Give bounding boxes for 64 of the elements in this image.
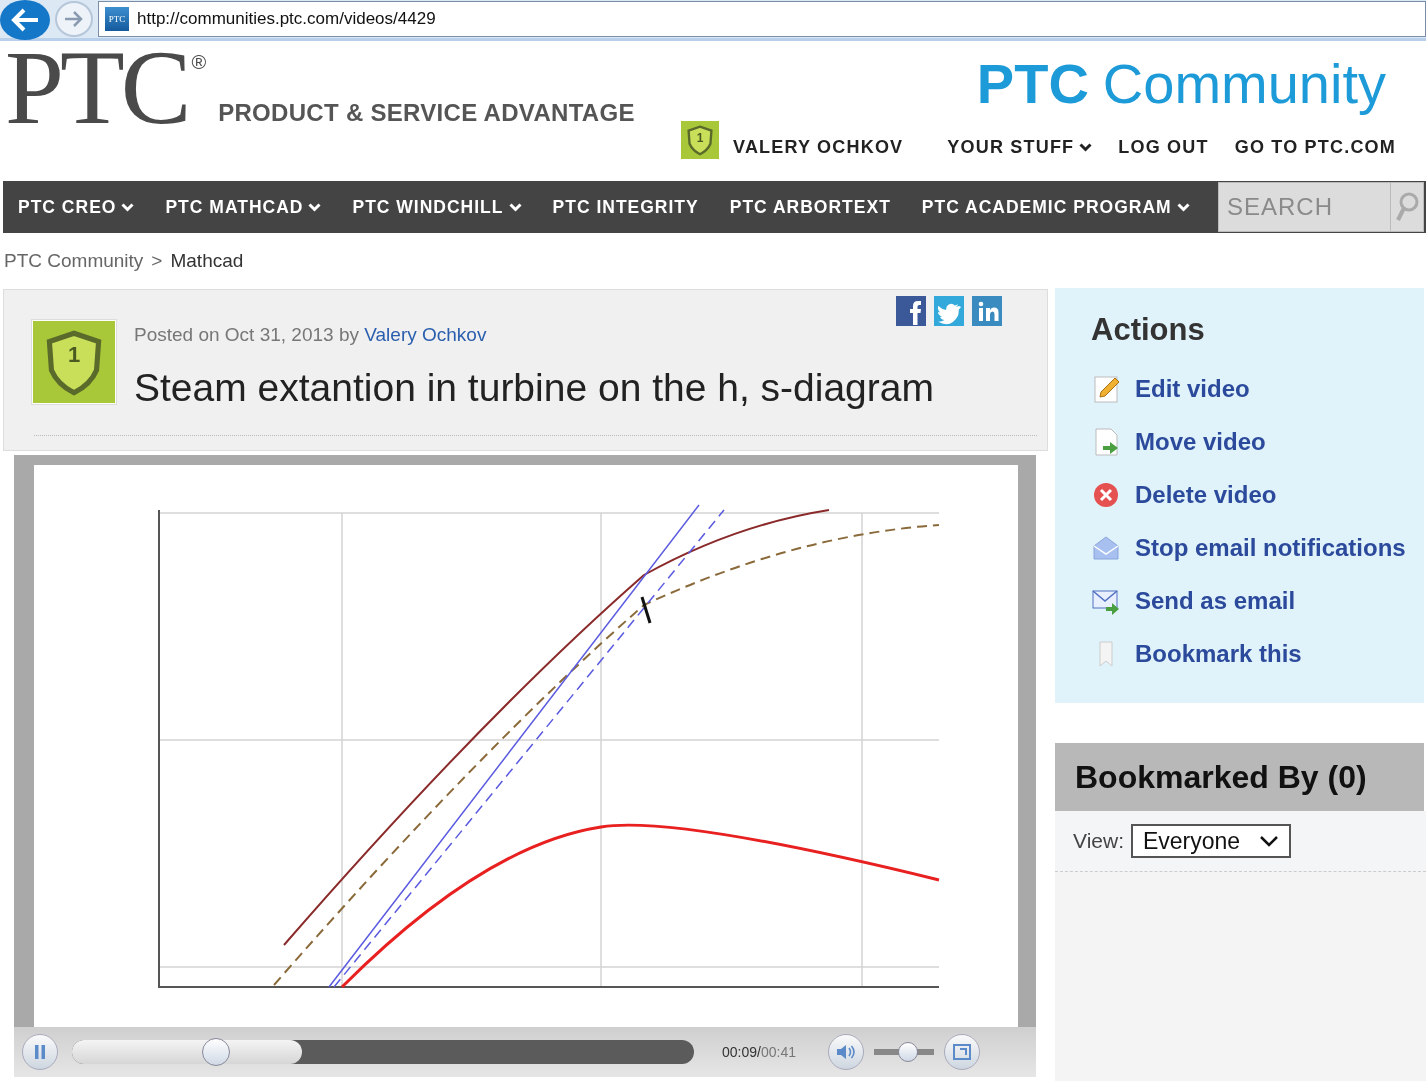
search-field[interactable]: SEARCH <box>1218 182 1390 232</box>
pause-button[interactable] <box>22 1034 58 1071</box>
breadcrumb-link[interactable]: Mathcad <box>170 250 244 272</box>
speaker-icon <box>836 1044 856 1061</box>
volume-handle[interactable] <box>898 1042 918 1063</box>
action-link[interactable]: Bookmark this <box>1091 627 1424 680</box>
badge-number: 1 <box>66 343 82 366</box>
chevron-icon <box>508 202 522 212</box>
twitter-bird-icon[interactable] <box>934 296 964 326</box>
header-link[interactable]: GO TO PTC.COM <box>1234 136 1396 158</box>
action-link[interactable]: Move video <box>1091 415 1424 468</box>
post-meta: Posted on Oct 31, 2013 by <box>134 324 360 345</box>
section-header: Bookmarked By (0) <box>1055 743 1424 811</box>
pause-icon <box>34 1045 46 1060</box>
view-label: View: <box>1073 829 1124 853</box>
brand-name: PTC <box>976 51 1089 117</box>
back-arrow-icon <box>10 7 40 33</box>
search-icon <box>1395 192 1419 222</box>
header-link[interactable]: YOUR STUFF <box>947 136 1093 158</box>
fullscreen-icon <box>953 1044 971 1061</box>
ptc-logo: PTC <box>5 43 188 133</box>
action-link[interactable]: Delete video <box>1091 468 1424 521</box>
post-title: Steam extantion in turbine on the h, s-diagram <box>134 366 934 410</box>
elapsed-time: 00:09/ <box>722 1044 761 1061</box>
user-link[interactable]: VALERY OCHKOV <box>733 136 904 158</box>
seek-bar[interactable] <box>72 1040 694 1065</box>
total-time: 00:41 <box>760 1044 796 1061</box>
tagline: PRODUCT & SERVICE ADVANTAGE <box>218 99 635 127</box>
pencil-icon <box>1091 373 1121 404</box>
favicon-icon: PTC <box>105 7 129 31</box>
brand-word: Community <box>1102 51 1386 117</box>
forward-arrow-icon <box>63 10 85 28</box>
forward-button[interactable] <box>55 1 93 37</box>
facebook-icon[interactable] <box>896 296 926 326</box>
header-link[interactable]: LOG OUT <box>1118 136 1209 158</box>
breadcrumb-separator: > <box>151 250 163 272</box>
view-dropdown[interactable]: Everyone <box>1131 824 1291 858</box>
fullscreen-button[interactable] <box>944 1034 980 1071</box>
nav-item[interactable]: PTC CREO <box>3 181 149 233</box>
registered-mark: ® <box>191 51 207 74</box>
chevron-icon <box>121 202 135 212</box>
panel-title: Actions <box>1091 312 1206 348</box>
nav-item[interactable]: PTC WINDCHILL <box>337 181 536 233</box>
url-text: http://communities.ptc.com/videos/4429 <box>137 9 436 29</box>
author-link[interactable]: Valery Ochkov <box>364 324 487 345</box>
chevron-icon <box>1176 202 1190 212</box>
nav-item[interactable]: PTC ARBORTEXT <box>714 181 905 233</box>
action-link[interactable]: Stop email notifications <box>1091 521 1424 574</box>
volume-button[interactable] <box>828 1034 864 1071</box>
nav-item[interactable]: PTC INTEGRITY <box>537 181 713 233</box>
nav-item[interactable]: PTC MATHCAD <box>150 181 336 233</box>
action-link[interactable]: Send as email <box>1091 574 1424 627</box>
linkedin-icon[interactable] <box>972 296 1002 326</box>
chevron-icon <box>1259 835 1279 847</box>
seek-handle[interactable] <box>202 1038 231 1067</box>
breadcrumb-link[interactable]: PTC Community <box>4 250 144 272</box>
badge-number: 1 <box>695 131 705 144</box>
address-field[interactable]: PTC http://communities.ptc.com/videos/4429 <box>98 1 1426 37</box>
chevron-icon <box>1079 142 1093 152</box>
chevron-icon <box>308 202 322 212</box>
action-link[interactable]: Edit video <box>1091 362 1424 415</box>
nav-item[interactable]: PTC ACADEMIC PROGRAM <box>906 181 1204 233</box>
search-button[interactable] <box>1390 182 1424 232</box>
back-button[interactable] <box>0 0 50 40</box>
